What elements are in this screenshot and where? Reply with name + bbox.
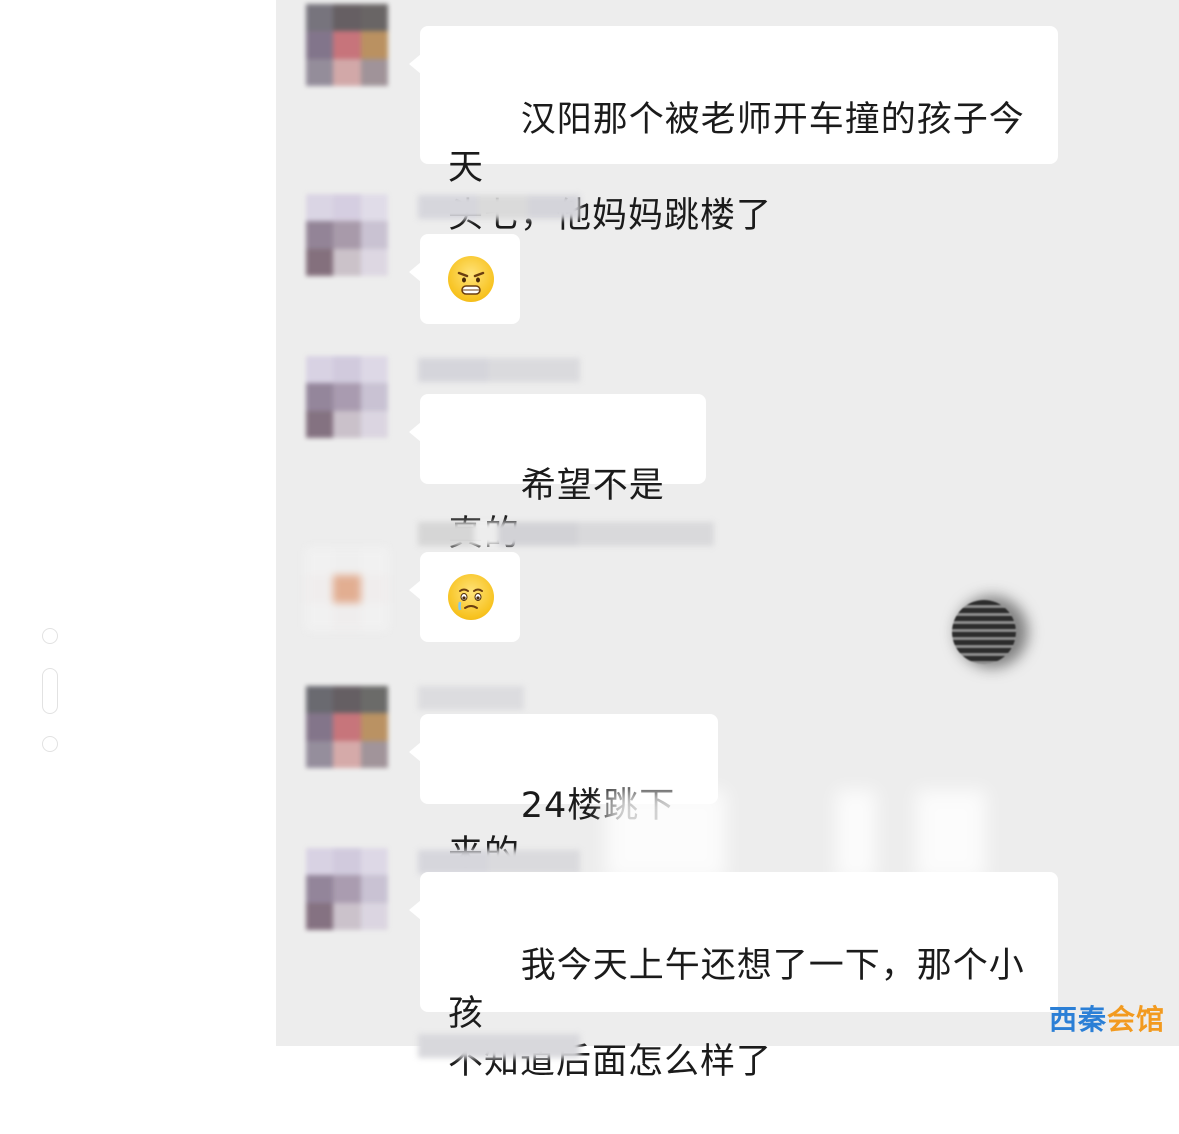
blur-artifact (606, 790, 726, 880)
sender-name (418, 522, 714, 546)
watermark-text: 会馆 (1106, 1003, 1165, 1036)
avatar[interactable] (306, 686, 388, 768)
message-bubble[interactable]: 希望不是真的 (409, 394, 706, 554)
watermark: 西秦会馆 (1049, 998, 1165, 1038)
message-bubble[interactable] (409, 552, 520, 642)
sender-name (418, 686, 524, 710)
page-indicator-dot[interactable] (42, 628, 58, 644)
avatar[interactable] (306, 848, 388, 930)
sender-name (418, 850, 580, 874)
blur-artifact (836, 790, 876, 880)
left-panel (0, 0, 276, 1046)
page-indicator-active[interactable] (42, 668, 58, 714)
blur-artifact (916, 790, 986, 880)
avatar[interactable] (306, 356, 388, 438)
avatar[interactable] (306, 548, 388, 630)
message-bubble[interactable]: 汉阳那个被老师开车撞的孩子今天 头七，他妈妈跳楼了 (409, 26, 1058, 236)
page-indicator-dot[interactable] (42, 736, 58, 752)
message-bubble[interactable]: 我今天上午还想了一下，那个小孩 不知道后面怎么样了 (409, 872, 1058, 1082)
watermark-text: 西秦 (1048, 1003, 1107, 1036)
floating-button[interactable] (952, 600, 1016, 664)
sender-name (418, 358, 580, 382)
message-text: 我今天上午还想了一下，那个小孩 不知道后面怎么样了 (448, 946, 1025, 1082)
chat-area: 汉阳那个被老师开车撞的孩子今天 头七，他妈妈跳楼了 希望不是 24楼 我今天上午… (276, 0, 1179, 1082)
teary-face-icon (448, 574, 494, 620)
avatar[interactable] (306, 4, 388, 86)
scared-face-icon (448, 256, 494, 302)
sender-name (418, 1034, 580, 1058)
message-bubble[interactable] (409, 234, 520, 324)
sender-name (418, 195, 580, 219)
avatar[interactable] (306, 194, 388, 276)
